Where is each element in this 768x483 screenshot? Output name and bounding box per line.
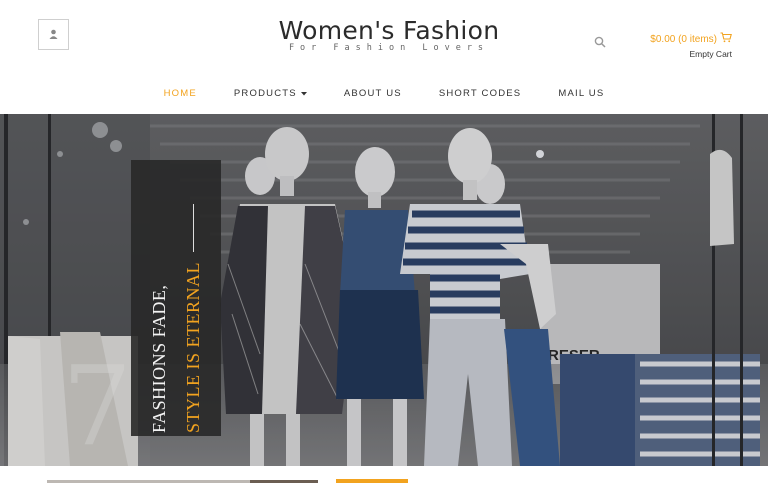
search-button[interactable] [594,35,606,53]
hero-quote-line1: FASHIONS FADE, [149,284,169,433]
hero-slider[interactable]: RESER 7 [0,114,768,466]
nav-about[interactable]: ABOUT US [344,88,402,99]
featured-accent-block[interactable] [336,479,408,483]
main-nav: HOME PRODUCTS ABOUT US SHORT CODES MAIL … [0,88,768,99]
cart-summary[interactable]: $0.00 (0 items) [650,34,717,45]
nav-mail[interactable]: MAIL US [558,88,604,99]
quote-divider [192,204,194,253]
nav-products-label: PRODUCTS [233,88,297,99]
nav-products[interactable]: PRODUCTS [234,88,307,99]
caret-down-icon [300,88,307,99]
hero-quote-line2: STYLE IS ETERNAL [183,262,203,433]
hero-quote-panel: FASHIONS FADE, STYLE IS ETERNAL [131,160,221,436]
cart-widget[interactable]: $0.00 (0 items) Empty Cart [650,32,732,59]
nav-short-codes[interactable]: SHORT CODES [439,88,522,99]
cart-icon [720,32,732,46]
search-icon [594,35,606,52]
page: Women's Fashion For Fashion Lovers $0.00… [0,0,768,483]
hero-image: RESER 7 [0,114,768,466]
hero-quote: FASHIONS FADE, STYLE IS ETERNAL [142,163,210,433]
cart-status: Empty Cart [689,49,732,59]
site-header: Women's Fashion For Fashion Lovers $0.00… [0,0,768,114]
nav-home[interactable]: HOME [164,88,197,99]
